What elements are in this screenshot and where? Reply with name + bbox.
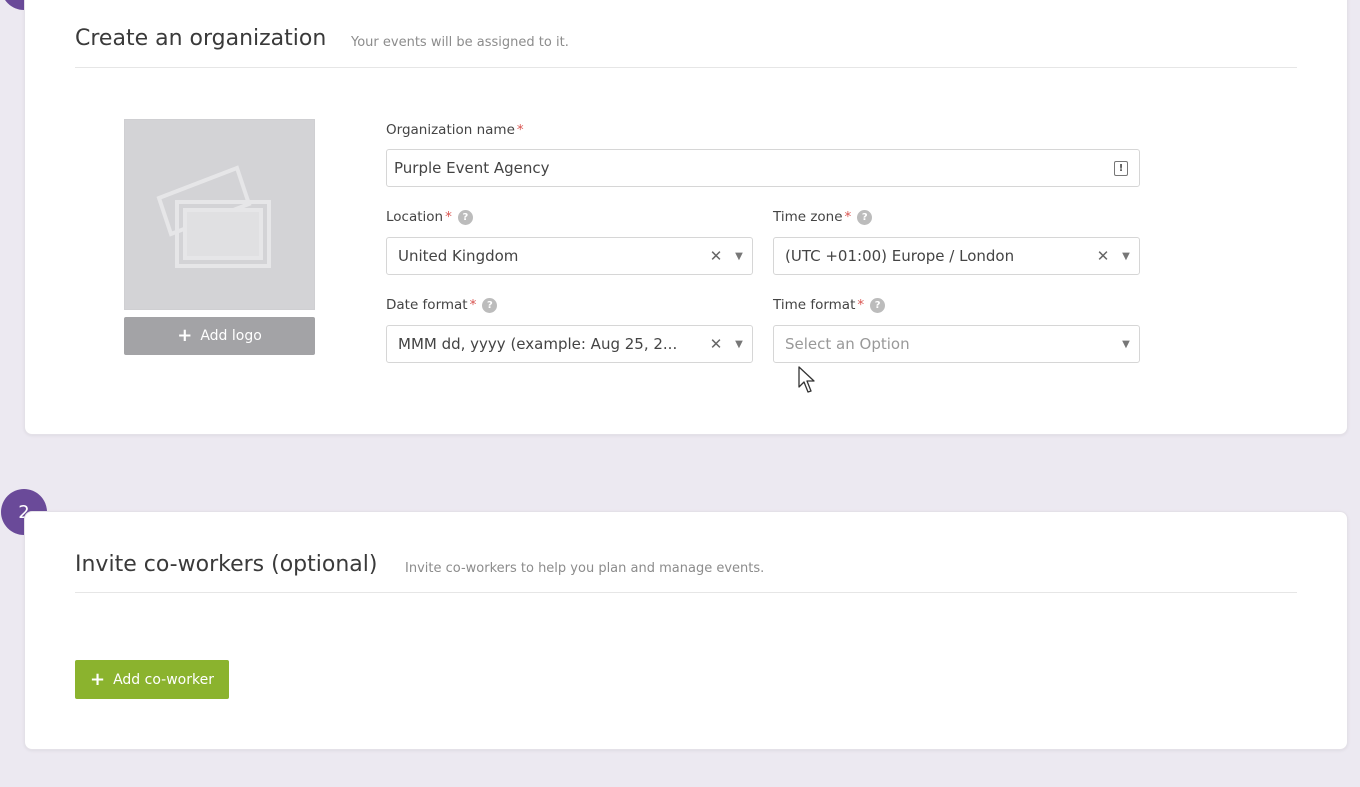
invite-coworkers-subtitle: Invite co-workers to help you plan and m…: [405, 561, 765, 576]
clear-icon[interactable]: ✕: [1093, 247, 1113, 265]
location-value: United Kingdom: [398, 247, 519, 265]
required-mark: *: [844, 209, 852, 225]
organization-name-label: Organization name *: [386, 122, 524, 138]
required-mark: *: [857, 297, 865, 313]
help-icon[interactable]: ?: [482, 297, 498, 313]
location-select[interactable]: United Kingdom ✕ ▼: [386, 237, 753, 275]
invite-coworkers-card: Invite co-workers (optional) Invite co-w…: [24, 511, 1348, 750]
input-info-icon[interactable]: !: [1114, 160, 1128, 176]
required-mark: *: [469, 297, 477, 313]
image-placeholder-icon: [156, 165, 271, 268]
chevron-down-icon[interactable]: ▼: [726, 339, 752, 350]
chevron-down-icon[interactable]: ▼: [1113, 339, 1139, 350]
mouse-cursor-icon: [798, 366, 815, 393]
add-logo-button[interactable]: + Add logo: [124, 317, 315, 355]
section-divider: [75, 67, 1297, 68]
time-format-label: Time format * ?: [773, 297, 886, 313]
help-icon[interactable]: ?: [457, 209, 473, 225]
time-format-select[interactable]: Select an Option ▼: [773, 325, 1140, 363]
clear-icon[interactable]: ✕: [706, 335, 726, 353]
time-zone-value: (UTC +01:00) Europe / London: [785, 247, 1015, 265]
time-format-placeholder: Select an Option: [785, 335, 910, 353]
create-organization-card: Create an organization Your events will …: [24, 0, 1348, 435]
help-icon[interactable]: ?: [857, 209, 873, 225]
chevron-down-icon[interactable]: ▼: [1113, 251, 1139, 262]
help-icon[interactable]: ?: [870, 297, 886, 313]
logo-placeholder[interactable]: [124, 119, 315, 310]
add-coworker-label: Add co-worker: [113, 671, 214, 688]
organization-name-label-text: Organization name: [386, 122, 515, 138]
date-format-label: Date format * ?: [386, 297, 498, 313]
add-logo-label: Add logo: [200, 328, 262, 344]
add-coworker-button[interactable]: + Add co-worker: [75, 660, 229, 699]
invite-coworkers-title: Invite co-workers (optional): [75, 552, 378, 577]
time-format-label-text: Time format: [773, 297, 856, 313]
organization-name-value: Purple Event Agency: [394, 159, 550, 177]
time-zone-label: Time zone * ?: [773, 209, 873, 225]
location-label: Location * ?: [386, 209, 473, 225]
chevron-down-icon[interactable]: ▼: [726, 251, 752, 262]
section-divider: [75, 592, 1297, 593]
clear-icon[interactable]: ✕: [706, 247, 726, 265]
create-organization-subtitle: Your events will be assigned to it.: [351, 35, 569, 50]
organization-name-field[interactable]: Purple Event Agency !: [386, 149, 1140, 187]
plus-icon: +: [90, 668, 106, 690]
required-mark: *: [445, 209, 452, 225]
date-format-value: MMM dd, yyyy (example: Aug 25, 2...: [398, 335, 678, 353]
time-zone-select[interactable]: (UTC +01:00) Europe / London ✕ ▼: [773, 237, 1140, 275]
date-format-label-text: Date format: [386, 297, 468, 313]
date-format-select[interactable]: MMM dd, yyyy (example: Aug 25, 2... ✕ ▼: [386, 325, 753, 363]
create-organization-title: Create an organization: [75, 26, 327, 51]
time-zone-label-text: Time zone: [773, 209, 843, 225]
location-label-text: Location: [386, 209, 444, 225]
required-mark: *: [516, 122, 524, 138]
plus-icon: +: [177, 325, 193, 346]
